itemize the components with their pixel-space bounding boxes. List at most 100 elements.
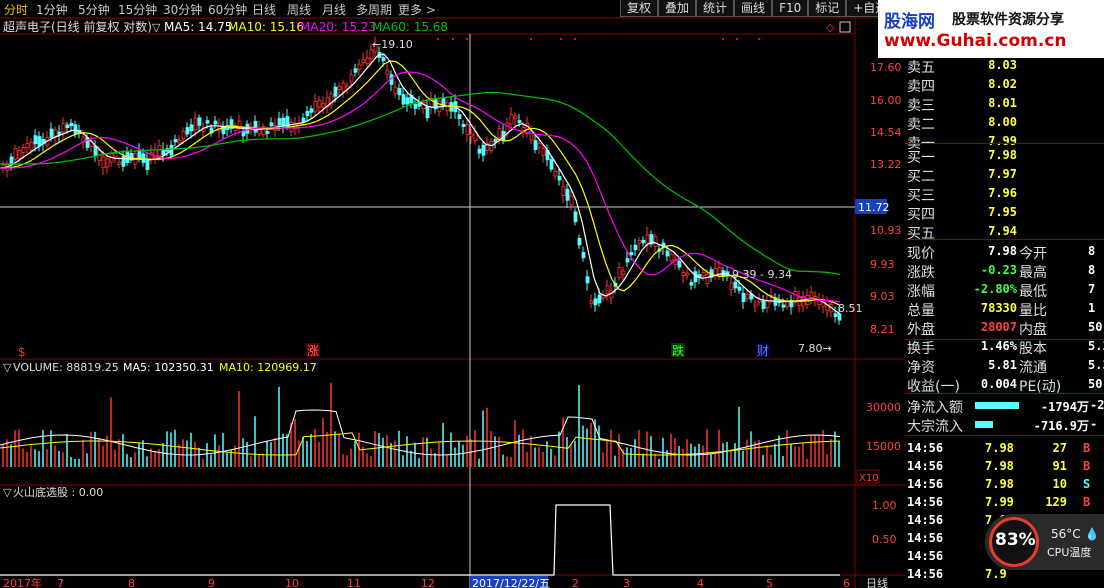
svg-text:3: 3 [623, 577, 630, 588]
high-price-label: ←19.10 [372, 38, 413, 51]
svg-text:▽: ▽ [3, 486, 12, 499]
tick-volume: 10 [1052, 477, 1067, 491]
svg-text:8.21: 8.21 [870, 323, 895, 336]
tick-price: 7.98 [985, 477, 1014, 491]
f10-button[interactable]: F10 [772, 0, 809, 17]
marker-rise[interactable]: 涨 [307, 343, 319, 358]
diamond-icon[interactable]: ◇ [826, 21, 835, 34]
flow-value: -1794万 [1040, 400, 1089, 414]
stat-row-6-label: 净资 [907, 360, 935, 376]
svg-text:2017年: 2017年 [3, 576, 42, 588]
svg-text:12: 12 [421, 577, 435, 588]
flow-extra: -2 [1090, 398, 1104, 412]
draw-line-button[interactable]: 画线 [734, 0, 773, 17]
flow-bar [975, 402, 1019, 409]
quote-panel: 卖五 8.03 卖四 8.02 卖三 8.01 卖二 8.00 卖一 7.99 买一 7.98 买二 7.… [905, 58, 1104, 588]
marker-dividend[interactable]: $ [18, 345, 26, 359]
logo-slogan: 股票软件资源分享 [952, 12, 1064, 28]
tab-multi-period[interactable]: 多周期 [356, 1, 392, 18]
tick-price: 7.98 [985, 459, 1014, 473]
stat-row-3-label2: 量比 [1019, 303, 1047, 319]
svg-text:10: 10 [285, 577, 299, 588]
marker-fall[interactable]: 跌 [672, 343, 684, 358]
bid-row-5-label: 买五 [907, 226, 935, 242]
stat-row-5-value: 1.46% [980, 339, 1017, 353]
statistics-button[interactable]: 统计 [696, 0, 735, 17]
cpu-percent: 83% [995, 530, 1036, 550]
ask-row-4-label: 卖四 [907, 79, 935, 95]
svg-text:14.54: 14.54 [870, 126, 902, 139]
tab-daily[interactable]: 日线 [252, 1, 276, 18]
tab-monthly[interactable]: 月线 [322, 1, 346, 18]
tick-volume: 129 [1045, 495, 1067, 509]
overlay-button[interactable]: 叠加 [658, 0, 697, 17]
ask-row-3: 卖三 8.01 [905, 94, 1104, 114]
stat-row-7-value: 0.004 [980, 377, 1017, 391]
kline-chart[interactable]: 超声电子(日线 前复权 对数) ▽ MA5: 14.75 MA10: 15.16… [0, 0, 905, 588]
mark-button[interactable]: 标记 [808, 0, 847, 17]
tab-weekly[interactable]: 周线 [287, 1, 311, 18]
stat-row-4-label2: 内盘 [1019, 322, 1047, 338]
ma20-label: MA20: 15.23 [300, 20, 376, 34]
ask-row-5-value: 8.03 [988, 58, 1017, 72]
svg-text:1.00: 1.00 [872, 499, 897, 512]
stat-row-2-label: 涨幅 [907, 284, 935, 300]
svg-text:6: 6 [843, 577, 850, 588]
cpu-temp-label: CPU温度 [1047, 546, 1092, 559]
stat-row-4-value2: 50 [1088, 320, 1103, 334]
bid-row-5-value: 7.94 [988, 224, 1017, 238]
tab-more[interactable]: 更多 > [398, 1, 436, 18]
marker-finance[interactable]: 财 [757, 344, 769, 358]
stat-row-6-value2: 5.3 [1088, 358, 1104, 372]
logo-brand: 股海网 [884, 12, 935, 32]
tab-timeshare[interactable]: 分时 [4, 1, 28, 18]
svg-text:13.22: 13.22 [870, 158, 902, 171]
ask-row-2: 卖二 8.00 [905, 113, 1104, 133]
cpu-monitor[interactable]: 83% 56°C 💧 CPU温度 [985, 514, 1104, 570]
tab-5min[interactable]: 5分钟 [78, 1, 110, 18]
drop-icon: 💧 [1084, 527, 1100, 541]
stat-row-4-value: 28007 [980, 320, 1017, 334]
last-price-label: 8.51 [838, 302, 863, 315]
svg-text:▽: ▽ [3, 361, 12, 374]
restore-rights-button[interactable]: 复权 [620, 0, 659, 17]
svg-text:7: 7 [57, 577, 64, 588]
flow-label: 大宗流入 [907, 419, 963, 435]
tab-1min[interactable]: 1分钟 [36, 1, 68, 18]
tick-time: 14:56 [907, 477, 944, 491]
stat-row-6-label2: 流通 [1019, 360, 1047, 376]
svg-text:2: 2 [572, 577, 579, 588]
tick-side: B [1083, 495, 1091, 509]
bid-row-1-label: 买一 [907, 150, 935, 166]
flow-row-0: 净流入额 -1794万 -2 [905, 396, 1104, 416]
bid-row-3-label: 买三 [907, 188, 935, 204]
stat-row-7-value2: 50 [1088, 377, 1103, 391]
stat-row-2-label2: 最低 [1019, 284, 1047, 300]
period-label[interactable]: 日线 [866, 576, 888, 588]
toolbar: 复权 叠加 统计 画线 F10 标记 +自选 返 [620, 0, 921, 18]
tick-row: 14:56 7.98 91 B [905, 457, 1104, 475]
tick-volume: 27 [1052, 441, 1067, 455]
tick-time: 14:56 [907, 441, 944, 455]
tab-60min[interactable]: 60分钟 [208, 1, 247, 18]
tick-row: 14:56 7.98 10 S [905, 475, 1104, 493]
flow-row-1: 大宗流入 -716.9万 - [905, 415, 1104, 435]
tab-15min[interactable]: 15分钟 [118, 1, 157, 18]
stat-row-1-value2: 8 [1088, 263, 1096, 277]
flow-extra: - [1090, 417, 1098, 431]
svg-text:9: 9 [208, 577, 215, 588]
stat-row-0-label2: 今开 [1019, 246, 1047, 262]
volume-ma5: MA5: 102350.31 [123, 361, 214, 374]
stat-row-6-value: 5.81 [988, 358, 1017, 372]
ask-row-2-value: 8.00 [988, 115, 1017, 129]
bid-row-2: 买二 7.97 [905, 165, 1104, 185]
cpu-temp: 56°C 💧 [1051, 527, 1100, 541]
stat-row-2: 涨幅 -2.80% 最低 7 [905, 280, 1104, 300]
svg-text:11: 11 [347, 577, 361, 588]
tab-30min[interactable]: 30分钟 [163, 1, 202, 18]
stat-row-1-label: 涨跌 [907, 265, 935, 281]
stat-row-1-label2: 最高 [1019, 265, 1047, 281]
tick-side: B [1083, 441, 1091, 455]
stat-row-5-label: 换手 [907, 341, 935, 357]
range-label: 9.39 - 9.34 [732, 268, 792, 281]
